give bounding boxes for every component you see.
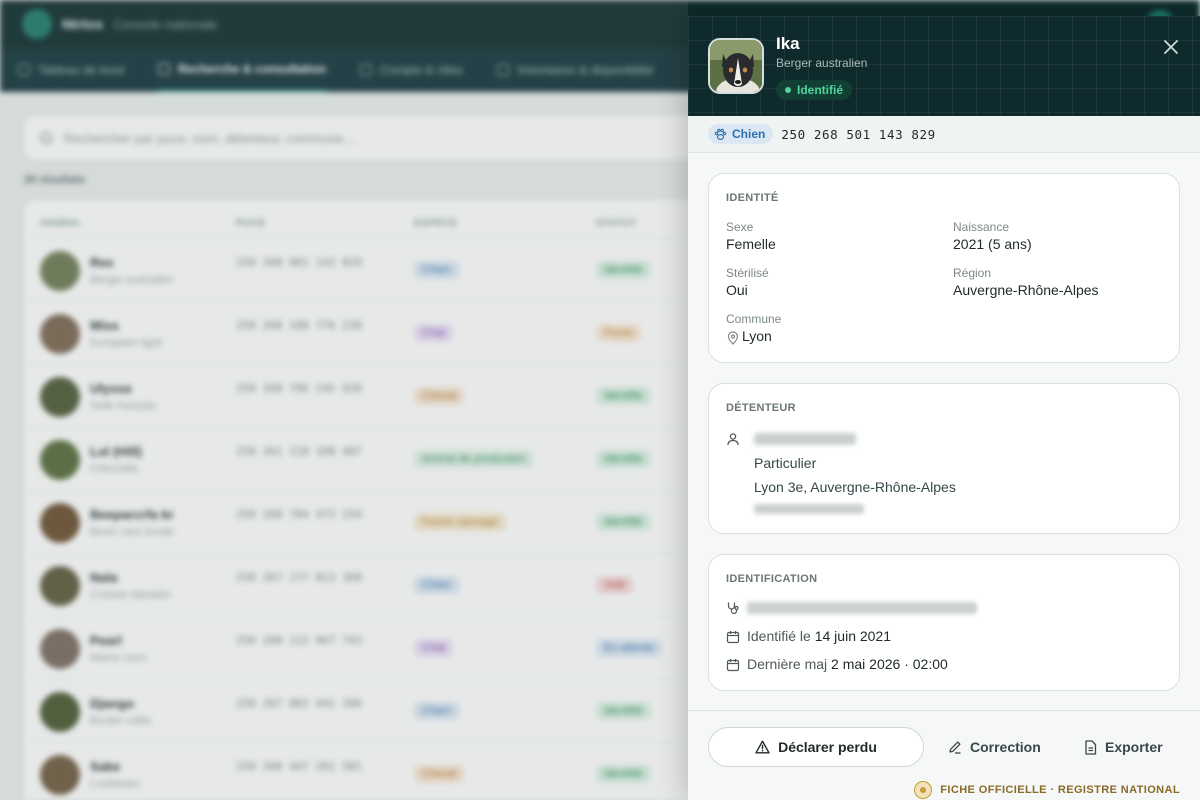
drawer-footer: Déclarer perdu Correction Exporter FICHE… [688,710,1200,800]
sex-label: Sexe [726,220,754,234]
pencil-icon [949,741,961,754]
updated-prefix: Dernière maj [747,656,828,672]
map-pin-icon [727,331,739,345]
card-title: IDENTIFICATION [726,573,818,585]
paw-icon [714,128,727,140]
export-label: Exporter [1105,739,1163,755]
correction-label: Correction [970,739,1041,755]
chip-number: 250 268 501 143 829 [781,126,936,142]
commune-value: Lyon [742,328,772,344]
pet-name: Ika [776,34,800,53]
holder-phone-redacted [754,504,864,514]
updated-date: 2 mai 2026 · 02:00 [831,656,948,672]
status-badge: Identifié [776,80,853,100]
sex-value: Femelle [726,236,776,252]
identity-card: IDENTITÉ Sexe Femelle Naissance 2021 (5 … [708,173,1180,363]
holder-card: DÉTENTEUR Particulier Lyon 3e, Auvergne-… [708,383,1180,534]
animal-detail-drawer: Ika Berger australien Identifié Chien 25… [688,16,1200,800]
pet-photo [708,38,764,94]
close-icon [1164,40,1178,54]
calendar-icon [726,659,740,672]
species-badge: Chien [708,124,774,144]
pet-breed: Berger australien [776,56,868,70]
region-label: Région [953,266,992,280]
calendar-icon [726,631,740,644]
drawer-header: Ika Berger australien Identifié [688,16,1200,116]
identified-date-line: Identifié le 14 juin 2021 [747,628,891,644]
card-title: IDENTITÉ [726,192,779,204]
status-dot [785,87,791,93]
holder-name-redacted [754,433,856,445]
commune-label: Commune [726,312,782,326]
modal-overlay[interactable] [0,0,688,800]
holder-address: Lyon 3e, Auvergne-Rhône-Alpes [754,479,956,495]
declare-lost-label: Déclarer perdu [778,739,877,755]
sterilized-label: Stérilisé [726,266,769,280]
declare-lost-button[interactable]: Déclarer perdu [708,727,924,767]
holder-type: Particulier [754,455,817,471]
species-label: Chien [732,127,766,141]
correction-button[interactable]: Correction [948,727,1041,767]
stethoscope-icon [727,602,739,615]
warning-icon [755,740,770,754]
chip-bar: Chien 250 268 501 143 829 [688,116,1200,153]
close-button[interactable] [1158,34,1184,60]
card-title: DÉTENTEUR [726,402,796,414]
region-value: Auvergne-Rhône-Alpes [953,282,1099,298]
vet-redacted [747,602,977,614]
status-label: Identifié [797,83,844,97]
identification-card: IDENTIFICATION Identifié le 14 juin 2021… [708,554,1180,691]
identified-date: 14 juin 2021 [814,628,892,644]
seal-icon [914,781,933,799]
identified-prefix: Identifié le [747,628,811,644]
birth-label: Naissance [953,220,1010,234]
sterilized-value: Oui [726,282,748,298]
user-icon [727,433,739,446]
export-button[interactable]: Exporter [1084,727,1163,767]
updated-date-line: Dernière maj 2 mai 2026 · 02:00 [747,656,948,672]
birth-value: 2021 (5 ans) [953,236,1032,252]
file-icon [1085,739,1097,755]
official-label: FICHE OFFICIELLE · REGISTRE NATIONAL [940,784,1180,796]
official-note: FICHE OFFICIELLE · REGISTRE NATIONAL [914,781,1180,799]
